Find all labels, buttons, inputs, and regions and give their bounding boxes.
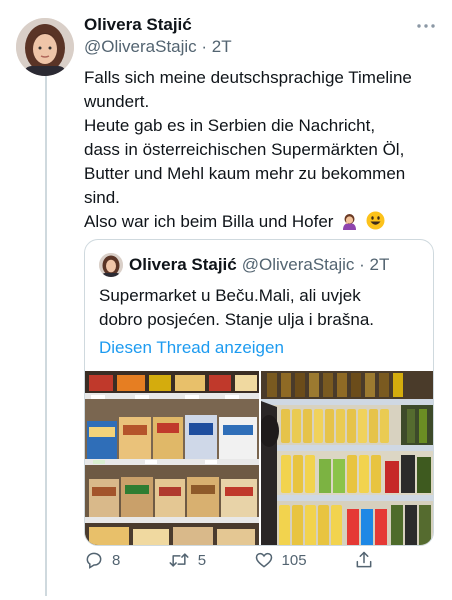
tweet-text: Falls sich meine deutschsprachige Timeli…: [84, 66, 444, 234]
author-name[interactable]: Olivera Stajić: [84, 14, 436, 36]
avatar[interactable]: [16, 18, 74, 76]
action-bar: 8 5 105: [84, 548, 374, 572]
tweet-line: Heute gab es in Serbien die Nachricht,: [84, 116, 376, 135]
retweet-icon: [168, 550, 190, 570]
oil-shelf-photo[interactable]: [261, 371, 433, 545]
tweet-line: Falls sich meine deutschsprachige Timeli…: [84, 68, 412, 87]
tweet-line: dass in österreichischen Supermärkten Öl…: [84, 140, 405, 159]
quoted-author-meta: @OliveraStajic · 2T: [242, 255, 390, 275]
more-icon[interactable]: [416, 14, 436, 32]
quoted-author-name: Olivera Stajić: [129, 255, 237, 274]
meta-separator: ·: [354, 255, 370, 274]
reply-count: 8: [112, 551, 121, 569]
share-icon: [354, 550, 374, 570]
quoted-line: Supermarket u Beču.Mali, ali uvjek: [99, 286, 361, 305]
reply-icon: [84, 550, 104, 570]
thread-line: [45, 76, 47, 596]
like-count: 105: [281, 551, 307, 569]
tweet-timestamp[interactable]: 2T: [212, 37, 232, 56]
quoted-tweet-header: Olivera Stajić @OliveraStajic · 2T: [99, 252, 423, 278]
share-button[interactable]: [354, 550, 374, 570]
tweet-line: Butter und Mehl kaum mehr zu bekommen: [84, 164, 406, 183]
quoted-author-handle: @OliveraStajic: [241, 255, 355, 274]
quoted-text: Supermarket u Beču.Mali, ali uvjek dobro…: [99, 284, 424, 332]
meta-separator: ·: [196, 37, 212, 56]
flour-shelf-photo[interactable]: [85, 371, 259, 545]
quoted-line: dobro posjećen. Stanje ulja i brašna.: [99, 310, 375, 329]
quoted-timestamp: 2T: [369, 255, 390, 274]
like-icon: [254, 550, 274, 570]
like-button[interactable]: 105: [254, 550, 307, 570]
retweet-count: 5: [197, 551, 207, 569]
reply-button[interactable]: 8: [84, 550, 120, 570]
photo-grid: [85, 371, 433, 545]
retweet-button[interactable]: 5: [168, 550, 206, 570]
tweet-line: wundert.: [84, 92, 150, 111]
tweet-line: Also war ich beim Billa und Hofer: [84, 212, 334, 231]
show-thread-link[interactable]: Diesen Thread anzeigen: [99, 336, 284, 360]
woman-facepalming-emoji: [340, 211, 359, 230]
quoted-tweet[interactable]: Olivera Stajić @OliveraStajic · 2T Super…: [84, 239, 434, 546]
tweet-line-last: Also war ich beim Billa und Hofer: [84, 210, 444, 234]
author-handle[interactable]: @OliveraStajic: [84, 37, 197, 56]
quoted-avatar: [99, 253, 123, 277]
tweet-header: Olivera Stajić @OliveraStajic · 2T: [84, 14, 436, 58]
grinning-face-emoji: [366, 211, 385, 230]
tweet-line: sind.: [84, 188, 120, 207]
author-meta: @OliveraStajic · 2T: [84, 36, 436, 58]
